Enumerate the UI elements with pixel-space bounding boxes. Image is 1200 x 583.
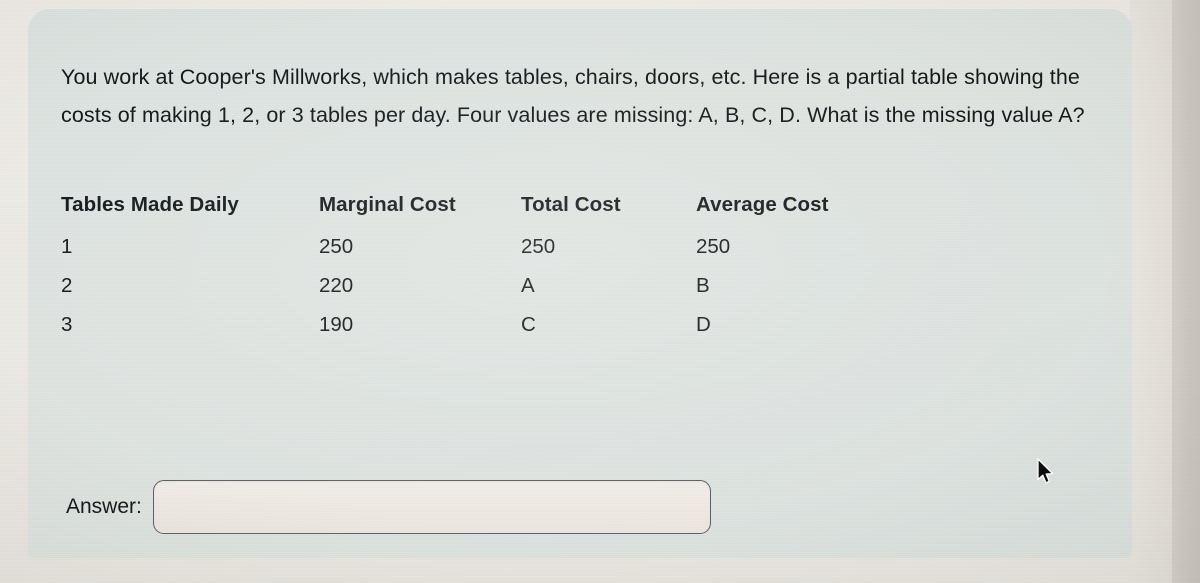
cell-marginal-cost: 250 [319,235,354,258]
cell-tables-made-daily: 1 [61,235,73,258]
table-row: 1 250 250 250 [61,235,921,274]
cell-total-cost: C [521,313,536,336]
screen-bezel [1172,0,1200,583]
cell-total-cost: A [521,274,535,297]
cost-table-body: 1 250 250 250 2 220 A B 3 190 C D [61,235,921,352]
table-header-row: Tables Made Daily Marginal Cost Total Co… [61,193,921,235]
cell-total-cost: 250 [521,235,556,258]
column-header-total-cost: Total Cost [521,193,621,216]
answer-row: Answer: [66,479,711,535]
column-header-tables-made-daily: Tables Made Daily [61,193,239,216]
column-header-marginal-cost: Marginal Cost [319,193,456,216]
table-row: 2 220 A B [61,274,921,313]
cost-table-header: Tables Made Daily Marginal Cost Total Co… [61,193,921,235]
cell-average-cost: 250 [696,235,731,258]
question-card: You work at Cooper's Millworks, which ma… [28,9,1132,558]
cost-table: Tables Made Daily Marginal Cost Total Co… [61,193,921,352]
column-header-average-cost: Average Cost [696,193,829,216]
cell-marginal-cost: 190 [319,313,354,336]
answer-label: Answer: [66,495,142,518]
table-row: 3 190 C D [61,313,921,352]
photographed-screen: You work at Cooper's Millworks, which ma… [0,0,1200,583]
cell-average-cost: B [696,274,710,297]
cell-tables-made-daily: 3 [61,313,73,336]
screen-edge-highlight [1130,0,1172,583]
question-prompt: You work at Cooper's Millworks, which ma… [61,64,1087,127]
cell-marginal-cost: 220 [319,274,354,297]
cell-tables-made-daily: 2 [61,274,73,297]
answer-input[interactable] [152,480,711,534]
cell-average-cost: D [696,313,711,336]
